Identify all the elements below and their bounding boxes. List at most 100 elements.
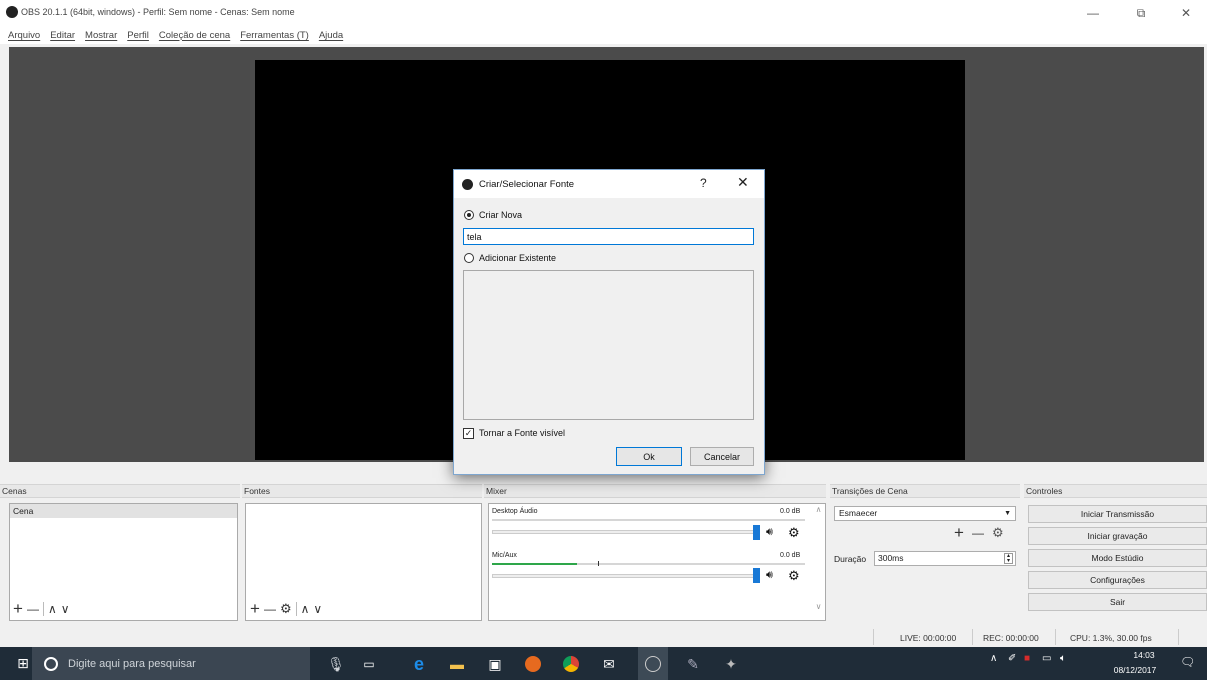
transitions-dock-header: Transições de Cena [830,484,1020,498]
audio-meter-level [492,563,577,565]
create-new-label[interactable]: Criar Nova [479,210,522,220]
add-scene-button[interactable]: + [13,600,23,618]
dialog-close-button[interactable]: ✕ [737,174,749,191]
volume-slider[interactable] [492,574,758,578]
source-settings-button[interactable]: ⚙ [280,600,292,618]
volume-icon[interactable]: 🔈︎ [1060,653,1066,664]
store-icon[interactable]: ▣ [486,655,504,673]
menu-bar: Arquivo Editar Mostrar Perfil Coleção de… [0,26,1207,44]
source-up-button[interactable]: ∧ [301,600,310,618]
minimize-button[interactable]: — [1070,0,1116,26]
pen-icon[interactable]: ✐ [1008,653,1016,664]
file-explorer-icon[interactable]: ▬ [448,655,466,673]
menu-ferramentas[interactable]: Ferramentas (T) [240,30,309,41]
scenes-dock-header: Cenas [0,484,240,498]
volume-slider[interactable] [492,530,758,534]
clock-time[interactable]: 14:03 [1119,650,1169,660]
maximize-button[interactable]: ⧉ [1118,0,1164,26]
transitions-toolbar: + — ⚙ [954,524,1004,542]
sources-dock-header: Fontes [242,484,482,498]
cortana-icon[interactable] [44,656,58,671]
source-name-input[interactable] [463,228,754,245]
status-divider [873,629,874,645]
gear-icon[interactable]: ⚙ [788,525,800,541]
volume-slider-handle[interactable] [753,568,760,583]
toolbar-divider [42,602,44,616]
obs-taskbar-icon[interactable] [638,647,668,680]
duration-label: Duração [834,554,867,564]
visible-checkbox[interactable]: ✓ [463,428,474,439]
spinner-icon[interactable]: ▴ ▾ [1004,553,1013,564]
scene-up-button[interactable]: ∧ [48,600,57,618]
speaker-icon[interactable]: 🔊︎ [766,526,773,539]
add-existing-radio[interactable] [464,253,474,263]
remove-source-button[interactable]: — [264,600,276,618]
settings-button[interactable]: Configurações [1028,571,1207,589]
taskbar-search[interactable]: Digite aqui para pesquisar [32,647,310,680]
duration-value: 300ms [878,553,904,563]
menu-perfil[interactable]: Perfil [127,30,149,41]
visible-label[interactable]: Tornar a Fonte visível [479,428,565,438]
duration-spinbox[interactable]: 300ms ▴ ▾ [874,551,1016,566]
add-transition-button[interactable]: + [954,524,964,542]
source-down-button[interactable]: ∨ [313,600,322,618]
close-button[interactable]: ✕ [1163,0,1207,26]
scene-item[interactable]: Cena [10,504,237,518]
mixer-channel-name: Mic/Aux [492,552,517,559]
create-new-radio[interactable] [464,210,474,220]
battery-icon[interactable]: ▭ [1042,653,1051,664]
paint-icon[interactable]: ✎ [684,655,702,673]
transition-select[interactable]: Esmaecer ▼ [834,506,1016,521]
status-divider [1178,629,1179,645]
firefox-icon[interactable] [524,655,542,673]
menu-colecao-de-cena[interactable]: Coleção de cena [159,30,230,41]
chrome-icon[interactable] [562,655,580,673]
start-recording-button[interactable]: Iniciar gravação [1028,527,1207,545]
audio-meter [492,563,805,565]
rec-status: REC: 00:00:00 [983,633,1039,643]
menu-arquivo[interactable]: Arquivo [8,30,40,41]
add-source-button[interactable]: + [250,600,260,618]
start-streaming-button[interactable]: Iniciar Transmissão [1028,505,1207,523]
dialog-help-button[interactable]: ? [700,176,707,190]
ok-button[interactable]: Ok [616,447,682,466]
clock-date[interactable]: 08/12/2017 [1105,665,1165,675]
window-title: OBS 20.1.1 (64bit, windows) - Perfil: Se… [21,7,295,17]
scroll-down-icon[interactable]: ∨ [813,602,824,611]
chevron-up-icon[interactable]: ∧ [990,653,997,664]
mail-icon[interactable]: ✉ [600,655,618,673]
dialog-title: Criar/Selecionar Fonte [479,179,575,190]
scene-down-button[interactable]: ∨ [61,600,70,618]
volume-slider-handle[interactable] [753,525,760,540]
menu-mostrar[interactable]: Mostrar [85,30,117,41]
gear-icon[interactable]: ⚙ [788,568,800,584]
speaker-icon[interactable]: 🔊︎ [766,569,773,582]
obs-logo-icon [462,179,473,190]
obs-logo-icon [6,6,18,18]
studio-mode-button[interactable]: Modo Estúdio [1028,549,1207,567]
controls-dock-header: Controles [1024,484,1207,498]
existing-sources-list[interactable] [463,270,754,420]
edge-icon[interactable]: e [410,654,428,674]
remove-scene-button[interactable]: — [27,600,39,618]
exit-button[interactable]: Sair [1028,593,1207,611]
create-select-source-dialog: Criar/Selecionar Fonte ? ✕ Criar Nova Ad… [453,169,765,475]
remove-transition-button[interactable]: — [972,524,984,542]
menu-ajuda[interactable]: Ajuda [319,30,343,41]
scroll-up-icon[interactable]: ∧ [813,505,824,514]
mixer-channel-db: 0.0 dB [780,508,801,515]
task-view-icon[interactable]: ▭ [360,655,378,673]
add-existing-label[interactable]: Adicionar Existente [479,253,556,263]
cancel-button[interactable]: Cancelar [690,447,754,466]
peak-marker [598,561,599,566]
gear-icon[interactable]: ⚙ [992,524,1004,542]
microphone-icon[interactable]: 🎙︎ [327,655,345,673]
mixer-scrollbar[interactable]: ∧ ∨ [813,505,824,619]
menu-editar[interactable]: Editar [50,30,75,41]
notification-icon[interactable]: 🗨︎ [1180,655,1195,669]
checkmark-icon: ✓ [464,428,473,438]
mixer-channel-name: Desktop Áudio [492,508,538,515]
scenes-toolbar: + — ∧ ∨ [13,600,70,618]
antivirus-icon[interactable]: ■ [1024,653,1030,664]
app-icon[interactable]: ✦ [722,655,740,673]
